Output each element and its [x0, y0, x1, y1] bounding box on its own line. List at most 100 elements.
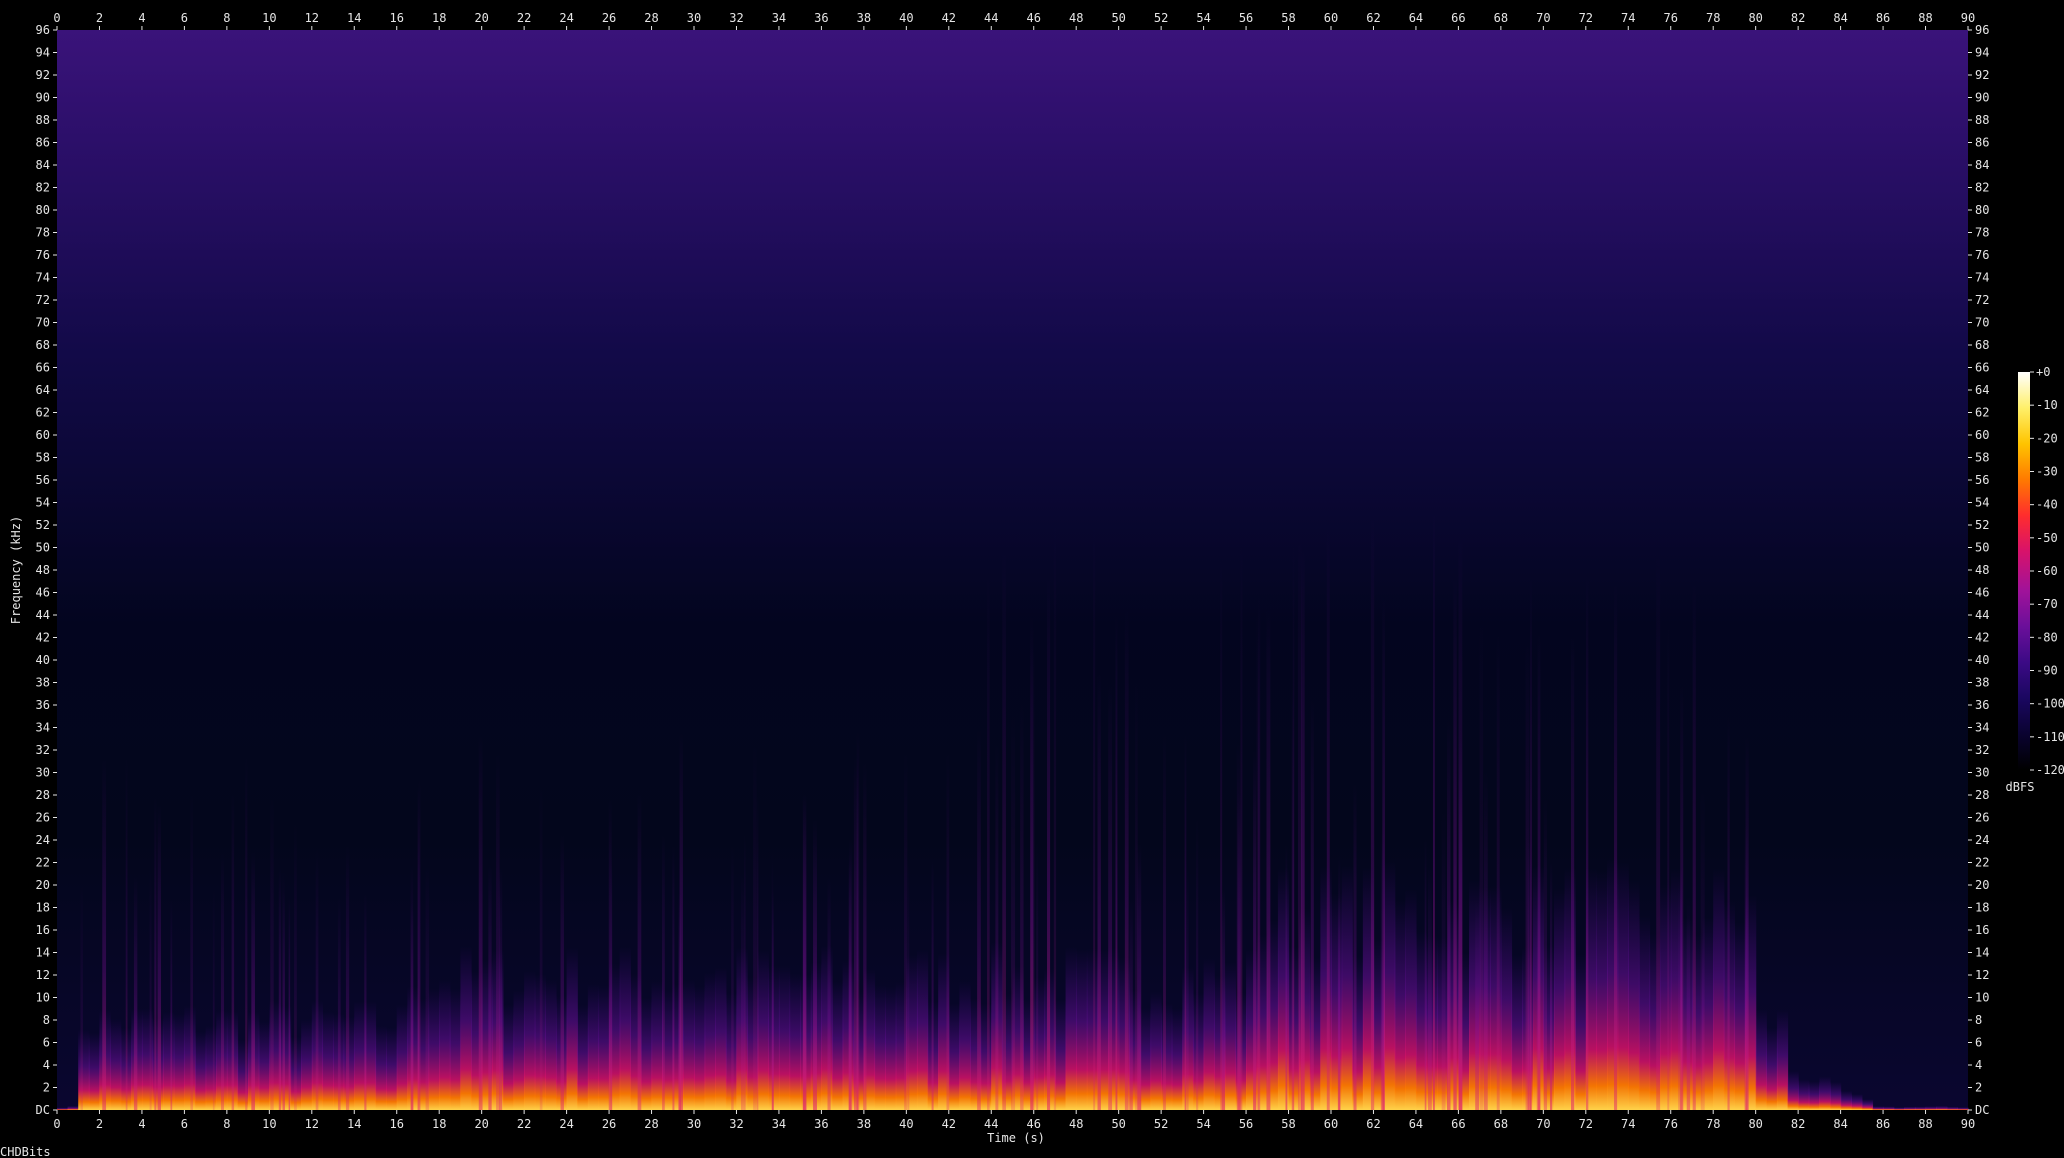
transient-streak — [1047, 578, 1051, 1110]
energy-column — [1883, 1106, 1895, 1110]
energy-column — [821, 945, 833, 1110]
y-tick-right-label: 50 — [1975, 541, 1989, 555]
y-tick-left-label: 32 — [36, 743, 50, 757]
x-tick-bottom-label: 44 — [984, 1117, 998, 1131]
energy-column — [173, 1013, 185, 1110]
y-tick-right-label: 10 — [1975, 991, 1989, 1005]
y-tick-left-label: 68 — [36, 338, 50, 352]
x-tick-bottom-label: 12 — [305, 1117, 319, 1131]
y-tick-right-label: 22 — [1975, 856, 1989, 870]
x-tick-bottom-label: 80 — [1748, 1117, 1762, 1131]
x-tick-top-label: 90 — [1961, 11, 1975, 25]
energy-column — [1277, 867, 1290, 1110]
y-tick-right-label: 68 — [1975, 338, 1989, 352]
energy-column — [1171, 1008, 1183, 1110]
x-tick-bottom-label: 50 — [1111, 1117, 1125, 1131]
energy-column — [386, 1027, 398, 1110]
energy-column — [832, 981, 844, 1110]
x-tick-bottom-label: 88 — [1918, 1117, 1932, 1131]
transient-streak — [1700, 789, 1705, 1110]
y-tick-right-label: 84 — [1975, 158, 1989, 172]
y-tick-right-label: 82 — [1975, 181, 1989, 195]
colorbar-tick-label: -120 — [2036, 763, 2064, 777]
transient-streak — [1266, 608, 1271, 1110]
y-tick-left-label: 90 — [36, 91, 50, 105]
x-tick-top-label: 50 — [1111, 11, 1125, 25]
transient-streak — [1614, 583, 1618, 1110]
x-tick-top-label: 20 — [474, 11, 488, 25]
x-tick-bottom-label: 34 — [772, 1117, 786, 1131]
transient-streak — [1297, 539, 1302, 1110]
y-tick-right-label: 78 — [1975, 226, 1989, 240]
y-tick-left-label: 96 — [36, 23, 50, 37]
transient-streak — [977, 728, 981, 1110]
x-tick-top-label: 42 — [942, 11, 956, 25]
transient-streak — [1184, 733, 1187, 1110]
energy-column — [916, 949, 929, 1110]
energy-column — [513, 990, 525, 1110]
x-tick-top-label: 22 — [517, 11, 531, 25]
y-tick-right-label: 2 — [1975, 1081, 1982, 1095]
energy-column — [1638, 915, 1651, 1110]
energy-column — [460, 945, 472, 1110]
energy-column — [1914, 1106, 1927, 1110]
x-tick-bottom-label: 24 — [559, 1117, 573, 1131]
transient-streak — [1453, 578, 1457, 1110]
energy-column — [1224, 962, 1237, 1110]
y-tick-left-label: 88 — [36, 113, 50, 127]
energy-column — [1076, 949, 1088, 1110]
transient-streak — [610, 855, 613, 1110]
transient-streak — [1428, 865, 1432, 1110]
energy-column — [1331, 893, 1343, 1110]
x-tick-top-label: 2 — [96, 11, 103, 25]
energy-column — [364, 1001, 377, 1110]
y-tick-right-label: 72 — [1975, 293, 1989, 307]
y-tick-left-label: 2 — [43, 1081, 50, 1095]
y-tick-right-label: 36 — [1975, 698, 1989, 712]
transient-streak — [1221, 889, 1226, 1110]
x-tick-bottom-label: 26 — [602, 1117, 616, 1131]
transient-streak — [1380, 832, 1385, 1110]
transient-streak — [294, 821, 297, 1110]
y-tick-right-label: 28 — [1975, 788, 1989, 802]
y-tick-left-label: 36 — [36, 698, 50, 712]
transient-streak — [1585, 574, 1589, 1110]
x-tick-top-label: 32 — [729, 11, 743, 25]
y-tick-right-label: 16 — [1975, 923, 1989, 937]
x-tick-bottom-label: 18 — [432, 1117, 446, 1131]
energy-column — [1192, 993, 1205, 1110]
energy-column — [1086, 948, 1099, 1110]
x-tick-bottom-label: 22 — [517, 1117, 531, 1131]
energy-column — [1575, 954, 1587, 1110]
transient-streak — [1326, 527, 1330, 1110]
energy-column — [1946, 1106, 1958, 1110]
energy-column — [1628, 880, 1640, 1110]
transient-streak — [1237, 791, 1242, 1110]
x-tick-bottom-label: 84 — [1833, 1117, 1847, 1131]
x-tick-bottom-label: 32 — [729, 1117, 743, 1131]
colorbar — [2018, 372, 2030, 770]
transient-streak — [1291, 686, 1294, 1110]
x-tick-top-label: 24 — [559, 11, 573, 25]
y-tick-right-label: 18 — [1975, 901, 1989, 915]
energy-column — [375, 1025, 387, 1110]
x-tick-bottom-label: 30 — [687, 1117, 701, 1131]
energy-column — [778, 965, 791, 1110]
x-tick-top-label: 74 — [1621, 11, 1635, 25]
transient-streak — [1370, 517, 1375, 1110]
energy-column — [715, 967, 727, 1110]
transient-streak — [771, 891, 774, 1110]
energy-column — [598, 985, 610, 1110]
transient-streak — [417, 786, 420, 1110]
y-tick-left-label: DC — [36, 1103, 50, 1117]
transient-streak — [1186, 866, 1189, 1110]
transient-streak — [488, 863, 492, 1110]
x-tick-top-label: 10 — [262, 11, 276, 25]
x-tick-bottom-label: 20 — [474, 1117, 488, 1131]
transient-streak — [904, 751, 908, 1110]
energy-column — [1150, 991, 1162, 1110]
transient-streak — [813, 819, 817, 1110]
y-tick-right-label: 94 — [1975, 46, 1989, 60]
energy-column — [439, 979, 451, 1110]
transient-streak — [278, 867, 282, 1110]
